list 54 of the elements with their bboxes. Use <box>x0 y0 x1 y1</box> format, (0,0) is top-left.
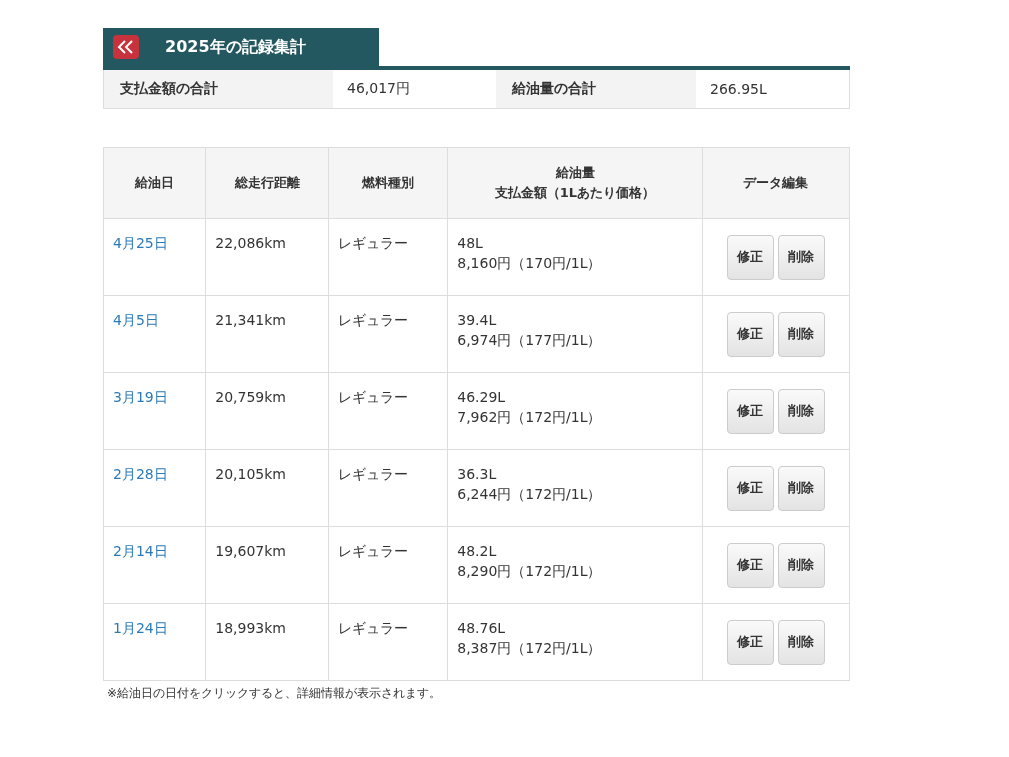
summary-value: 46,017円 <box>346 79 411 98</box>
fuel-type-text: レギュラー <box>338 311 410 330</box>
date-link[interactable]: 1月24日 <box>113 620 168 636</box>
edit-button[interactable]: 修正 <box>726 388 774 434</box>
payment-text: 8,160円（170円/1L） <box>457 254 603 273</box>
volume-text: 48.2L <box>457 542 498 561</box>
fuel-type-text: レギュラー <box>338 619 410 638</box>
date-link[interactable]: 3月19日 <box>113 389 168 405</box>
fuel-type-text: レギュラー <box>338 465 410 484</box>
date-link[interactable]: 4月25日 <box>113 235 168 251</box>
payment-text: 8,290円（172円/1L） <box>457 562 603 581</box>
edit-button[interactable]: 修正 <box>726 619 774 665</box>
fuel-type-text: レギュラー <box>338 388 410 407</box>
edit-button[interactable]: 修正 <box>726 465 774 511</box>
date-link[interactable]: 4月5日 <box>113 312 159 328</box>
volume-text: 48.76L <box>457 619 507 638</box>
summary-value: 266.95L <box>709 80 768 99</box>
payment-text: 8,387円（172円/1L） <box>457 639 603 658</box>
column-header: 給油量 支払金額（1Lあたり価格） <box>447 147 703 219</box>
delete-button[interactable]: 削除 <box>777 619 825 665</box>
volume-text: 36.3L <box>457 465 498 484</box>
delete-button[interactable]: 削除 <box>777 311 825 357</box>
volume-text: 46.29L <box>457 388 507 407</box>
summary-label: 支払金額の合計 <box>104 70 333 108</box>
payment-text: 6,244円（172円/1L） <box>457 485 603 504</box>
summary-label: 給油量の合計 <box>496 70 696 108</box>
distance-text: 20,105km <box>215 465 287 484</box>
fuel-type-text: レギュラー <box>338 234 410 253</box>
edit-button[interactable]: 修正 <box>726 234 774 280</box>
date-link[interactable]: 2月14日 <box>113 543 168 559</box>
delete-button[interactable]: 削除 <box>777 465 825 511</box>
distance-text: 20,759km <box>215 388 287 407</box>
column-header: 燃料種別 <box>328 147 448 219</box>
delete-button[interactable]: 削除 <box>777 388 825 434</box>
note-text: ※給油日の日付をクリックすると、詳細情報が表示されます。 <box>107 685 443 702</box>
fuel-type-text: レギュラー <box>338 542 410 561</box>
column-header: データ編集 <box>702 147 850 219</box>
heading-title: 2025年の記録集計 <box>165 36 306 58</box>
edit-button[interactable]: 修正 <box>726 542 774 588</box>
distance-text: 18,993km <box>215 619 287 638</box>
volume-text: 39.4L <box>457 311 498 330</box>
double-chevron-icon <box>113 35 139 59</box>
delete-button[interactable]: 削除 <box>777 234 825 280</box>
volume-text: 48L <box>457 234 484 253</box>
column-header: 給油日 <box>103 147 206 219</box>
distance-text: 21,341km <box>215 311 287 330</box>
payment-text: 6,974円（177円/1L） <box>457 331 603 350</box>
date-link[interactable]: 2月28日 <box>113 466 168 482</box>
distance-text: 22,086km <box>215 234 287 253</box>
column-header: 総走行距離 <box>205 147 329 219</box>
delete-button[interactable]: 削除 <box>777 542 825 588</box>
distance-text: 19,607km <box>215 542 287 561</box>
edit-button[interactable]: 修正 <box>726 311 774 357</box>
payment-text: 7,962円（172円/1L） <box>457 408 603 427</box>
